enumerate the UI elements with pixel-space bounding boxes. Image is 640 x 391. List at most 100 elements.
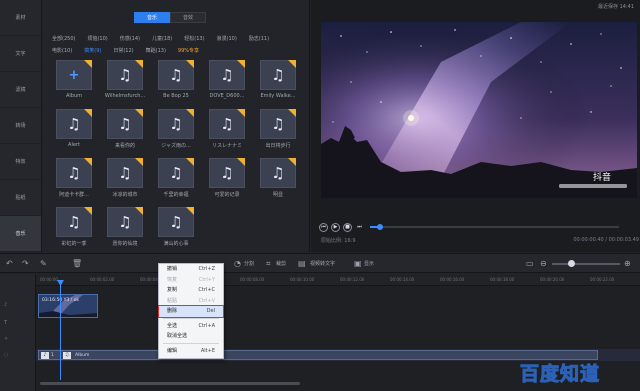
segment-music[interactable]: 音乐 [134,12,171,23]
stop-button[interactable]: ■ [343,222,352,232]
filter-chip[interactable]: 99%专享 [178,47,199,54]
filter-chip[interactable]: 浪漫(10) [217,35,237,42]
sidebar-item-text[interactable]: 文字 [0,36,41,72]
music-library-panel: 音乐 音效 全部(250) 烦恼(10) 伤感(14) 儿童(18) 轻松(13) 浪漫(… [42,0,310,252]
music-item[interactable]: ♫ 冰凉的城市 [103,158,147,207]
music-thumbnail[interactable]: ♫ [158,207,194,237]
sidebar-item-sticker[interactable]: 贴纸 [0,180,41,216]
aspect-ratio-label[interactable]: 原始比例: 16:9 [321,237,356,244]
display-icon[interactable]: ▣ [354,259,362,268]
redo-icon[interactable]: ↷ [22,259,29,268]
zoom-slider-knob[interactable] [568,260,575,267]
scrubber-knob[interactable] [376,224,383,230]
menu-item-label: 编辑 [167,347,178,354]
music-item[interactable]: ♫ Be Bop 25 [154,60,198,109]
music-thumbnail[interactable]: ♫ [260,109,296,139]
music-item[interactable]: ♫ ジャズ雨の... [154,109,198,158]
speech-to-text-icon[interactable]: ▤ [298,259,306,268]
music-item[interactable]: ♫ 明显 [256,158,300,207]
split-icon[interactable]: ◔ [234,259,241,268]
time-ruler[interactable]: 00:00:0000:00:02.0000:00:04.0000:00:06.0… [36,274,640,286]
filter-chip[interactable]: 儿童(18) [152,35,172,42]
timeline-scrollbar[interactable] [40,382,300,385]
delete-icon[interactable]: 🗑 [72,259,82,268]
filter-chip[interactable]: 电影(10) [52,47,72,54]
menu-item-shortcut: Ctrl+C [198,287,215,293]
filter-chip[interactable]: 搞笑(9) [84,47,101,54]
video-clip[interactable]: 03:16:50 Y3 / ok [38,294,98,318]
split-button[interactable]: 分割 [244,260,254,267]
filter-chip[interactable]: 烦恼(10) [87,35,107,42]
music-item[interactable]: ♫ 满山的心事 [154,207,198,256]
sidebar-item-media[interactable]: 素材 [0,0,41,36]
menu-item[interactable]: 取消全选 [159,331,223,342]
filter-chip[interactable]: 日常(12) [113,47,133,54]
music-thumbnail[interactable]: ♫ [260,158,296,188]
sidebar-item-music[interactable]: 音乐 [0,216,41,252]
music-item[interactable]: ♫ 彩虹的一季 [52,207,96,256]
music-thumbnail[interactable]: ♫ [158,60,194,90]
music-thumbnail[interactable]: ♫ [158,158,194,188]
zoom-slider[interactable] [552,263,620,265]
undo-icon[interactable]: ↶ [6,259,13,268]
display-button[interactable]: 显示 [364,260,374,267]
music-item[interactable]: ♫ 千里的幸福 [154,158,198,207]
music-thumbnail[interactable]: ♫ [209,60,245,90]
music-thumbnail[interactable]: ♫ [209,158,245,188]
playhead[interactable] [60,280,61,380]
filter-chip[interactable]: 轻松(13) [184,35,204,42]
music-thumbnail[interactable]: ♫ [107,109,143,139]
music-item[interactable]: ♫ 出日将步行 [256,109,300,158]
music-thumbnail[interactable]: ♫ [56,207,92,237]
previous-button[interactable]: ⏮ [319,222,328,232]
music-item[interactable]: ♫ 阿迪卡卡群... [52,158,96,207]
edit-icon[interactable]: ✎ [40,259,47,268]
menu-item[interactable]: 编辑 Alt+E [159,346,223,357]
sidebar-item-effect[interactable]: 特效 [0,144,41,180]
music-thumbnail[interactable]: ♫ [158,109,194,139]
music-thumbnail[interactable]: ♫ [107,207,143,237]
music-item-caption: 可爱的记录 [214,192,240,198]
sidebar-item-filter[interactable]: 滤镜 [0,72,41,108]
filter-chip[interactable]: 励志(11) [249,35,269,42]
zoom-in-icon[interactable]: ⊕ [624,259,631,268]
filter-chip[interactable]: 全部(250) [52,35,75,42]
sidebar-item-transition[interactable]: 转场 [0,108,41,144]
menu-item-shortcut: Ctrl+Y [198,276,215,283]
crop-icon[interactable]: ⌗ [266,259,271,269]
menu-item[interactable]: 全选 Ctrl+A [159,321,223,332]
music-item[interactable]: + Album [52,60,96,109]
segment-sound-effects[interactable]: 音效 [170,12,207,23]
play-button[interactable]: ▶ [331,222,340,232]
music-thumbnail[interactable]: ♫ [56,109,92,139]
menu-item-label: 恢复 [167,276,178,283]
menu-item-shortcut: Ctrl+Z [198,266,215,272]
menu-item[interactable]: 撤销 Ctrl+Z [159,264,223,275]
speech-to-text-button[interactable]: 视频转文字 [310,260,335,267]
music-item[interactable]: ♫ 愿你的仙境 [103,207,147,256]
next-button[interactable]: ⏭ [355,223,364,232]
music-item[interactable]: ♫ 可爱的记录 [205,158,249,207]
playback-scrubber[interactable] [370,224,619,230]
music-thumbnail[interactable]: ♫ [107,60,143,90]
menu-item[interactable]: 删除 Del [158,305,224,318]
filter-chip[interactable]: 伤感(14) [120,35,140,42]
music-item[interactable]: ♫ Alert [52,109,96,158]
music-thumbnail[interactable]: ♫ [107,158,143,188]
menu-item[interactable]: 复制 Ctrl+C [159,285,223,296]
music-item[interactable]: ♫ 来看你的 [103,109,147,158]
music-item[interactable]: ♫ DOVE_D600... [205,60,249,109]
music-thumbnail[interactable]: ♫ [260,60,296,90]
audio-clip[interactable]: ♪ 1 ♫ Album [38,350,598,360]
music-item[interactable]: ♫ Wilhelmsfurch... [103,60,147,109]
music-thumbnail[interactable]: + [56,60,92,90]
music-item[interactable]: ♫ Emily Walke... [256,60,300,109]
crop-button[interactable]: 裁剪 [276,260,286,267]
fit-icon[interactable]: ▭ [526,259,534,268]
filter-chip[interactable]: 舞蹈(13) [146,47,166,54]
zoom-out-icon[interactable]: ⊖ [540,259,547,268]
music-thumbnail[interactable]: ♫ [56,158,92,188]
track-headers: ♪ T ✧ ◌ [0,274,36,391]
music-thumbnail[interactable]: ♫ [209,109,245,139]
music-item[interactable]: ♫ リスレナナミ [205,109,249,158]
